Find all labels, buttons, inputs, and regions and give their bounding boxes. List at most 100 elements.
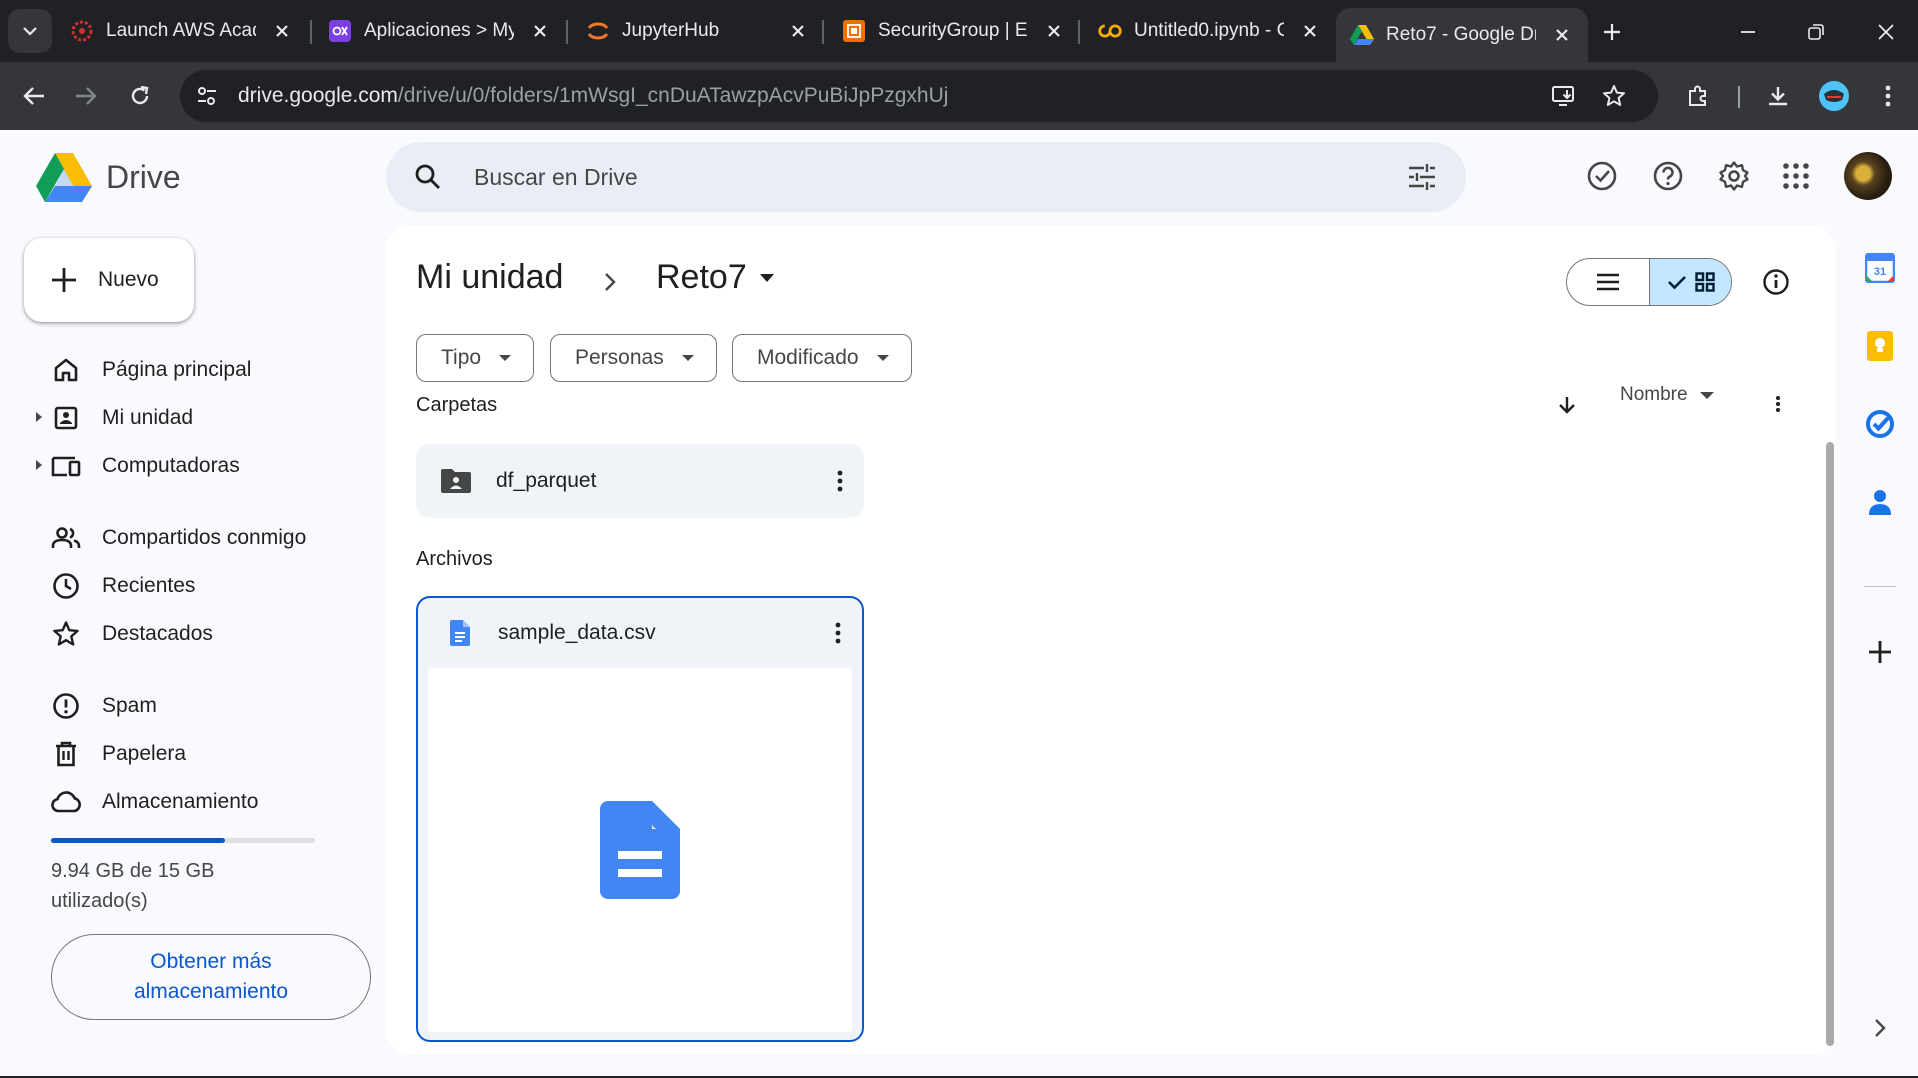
tab-separator [566,20,568,44]
nav-item-my-drive[interactable]: Mi unidad [36,396,366,440]
dropdown-arrow-icon [499,355,512,361]
list-view-icon [1597,273,1619,291]
file-card[interactable]: sample_data.csv [416,596,864,1042]
close-window-button[interactable] [1868,14,1904,50]
drive-logo[interactable]: Drive [36,152,181,202]
nav-item-spam[interactable]: Spam [36,684,366,728]
expand-caret-icon[interactable] [36,460,42,470]
spam-icon [50,690,82,722]
downloads-button[interactable] [1756,74,1800,118]
nav-item-shared[interactable]: Compartidos conmigo [36,516,366,560]
search-bar[interactable]: Buscar en Drive [386,142,1466,212]
filter-chip-modified[interactable]: Modificado [732,334,912,382]
chevron-down-icon [23,27,37,36]
search-icon[interactable] [412,161,444,193]
site-info-icon[interactable] [184,73,230,119]
keep-icon[interactable] [1862,328,1898,364]
tab-title: SecurityGroup | EC2 [878,20,1028,41]
search-options-icon[interactable] [1406,161,1438,193]
address-bar[interactable]: drive.google.com/drive/u/0/folders/1mWsg… [180,70,1658,122]
reload-icon [131,85,149,105]
install-app-icon[interactable] [1544,76,1584,116]
browser-menu-button[interactable] [1866,74,1910,118]
close-tab-icon[interactable] [1042,19,1066,43]
tab-search-button[interactable] [8,9,52,53]
document-icon [446,619,474,647]
close-tab-icon[interactable] [1550,23,1574,47]
close-tab-icon[interactable] [270,19,294,43]
browser-tab-active[interactable]: Reto7 - Google Drive [1336,8,1588,62]
breadcrumb-current-label: Reto7 [656,258,747,296]
colab-icon [1098,19,1122,43]
minimize-button[interactable] [1730,14,1766,50]
browser-tab[interactable]: Aplicaciones > My Apps [314,8,566,54]
back-arrow-icon [23,87,44,105]
calendar-icon[interactable]: 31 [1862,250,1898,286]
account-avatar[interactable] [1844,152,1892,200]
nav-item-computers[interactable]: Computadoras [36,444,366,488]
forward-button[interactable] [64,74,108,118]
show-side-panel-icon[interactable] [1862,1010,1898,1046]
check-icon [1667,276,1686,290]
tab-title: JupyterHub [622,20,720,41]
reload-button[interactable] [118,74,162,118]
close-tab-icon[interactable] [786,19,810,43]
breadcrumb-current[interactable]: Reto7 [656,258,775,297]
url-path: /drive/u/0/folders/1mWsgI_cnDuATawzpAcvP… [397,84,949,107]
url-host: drive.google.com [238,84,398,107]
more-actions-icon[interactable] [822,617,854,649]
sort-direction-button[interactable] [1552,390,1582,420]
more-options-button[interactable] [1766,392,1790,416]
files-section-title: Archivos [416,548,493,570]
nav-item-home[interactable]: Página principal [36,348,366,392]
profile-button[interactable] [1812,74,1856,118]
close-tab-icon[interactable] [528,19,552,43]
add-addon-icon[interactable] [1862,634,1898,670]
grid-view-button[interactable] [1649,259,1731,305]
breadcrumb-root-label: Mi unidad [416,258,564,296]
settings-button[interactable] [1710,152,1758,200]
help-button[interactable] [1644,152,1692,200]
tab-title: Launch AWS Academy Learner Lab [106,20,256,41]
search-input[interactable]: Buscar en Drive [474,164,638,191]
computers-icon [50,450,82,482]
browser-tab[interactable]: Launch AWS Academy Learner Lab [56,8,308,54]
new-tab-button[interactable] [1594,14,1630,50]
tasks-icon[interactable] [1862,406,1898,442]
browser-tab[interactable]: Untitled0.ipynb - Colab [1084,8,1336,54]
apps-grid-icon [1783,163,1809,189]
contacts-icon[interactable] [1862,484,1898,520]
extensions-button[interactable] [1676,74,1720,118]
nav-item-starred[interactable]: Destacados [36,612,366,656]
back-button[interactable] [12,74,56,118]
plus-icon [48,264,80,296]
browser-toolbar: drive.google.com/drive/u/0/folders/1mWsg… [0,62,1918,130]
details-button[interactable] [1756,262,1796,302]
url-text: drive.google.com/drive/u/0/folders/1mWsg… [238,84,948,108]
google-apps-button[interactable] [1772,152,1820,200]
get-more-storage-button[interactable]: Obtener más almacenamiento [51,934,371,1020]
jupyter-icon [586,19,610,43]
close-tab-icon[interactable] [1298,19,1322,43]
offline-ready-button[interactable] [1578,152,1626,200]
folder-card[interactable]: df_parquet [416,444,864,518]
new-button[interactable]: Nuevo [24,238,194,322]
storage-usage-fill [51,838,226,843]
sort-by-button[interactable]: Nombre [1620,384,1714,406]
filter-chip-people[interactable]: Personas [550,334,717,382]
browser-tab[interactable]: JupyterHub [572,8,824,54]
filter-chip-type[interactable]: Tipo [416,334,535,382]
nav-item-trash[interactable]: Papelera [36,732,366,776]
restore-button[interactable] [1798,14,1834,50]
more-vert-icon [1885,85,1891,107]
expand-caret-icon[interactable] [36,412,42,422]
list-view-button[interactable] [1567,259,1649,305]
more-actions-icon[interactable] [824,465,856,497]
bookmark-star-icon[interactable] [1594,76,1634,116]
browser-tab[interactable]: SecurityGroup | EC2 [828,8,1080,54]
scrollbar-thumb[interactable] [1826,442,1834,1046]
nav-item-recent[interactable]: Recientes [36,564,366,608]
browser-tab-bar: Launch AWS Academy Learner Lab Aplicacio… [0,0,1918,62]
breadcrumb-root[interactable]: Mi unidad [416,258,563,297]
nav-item-storage[interactable]: Almacenamiento [36,780,366,824]
